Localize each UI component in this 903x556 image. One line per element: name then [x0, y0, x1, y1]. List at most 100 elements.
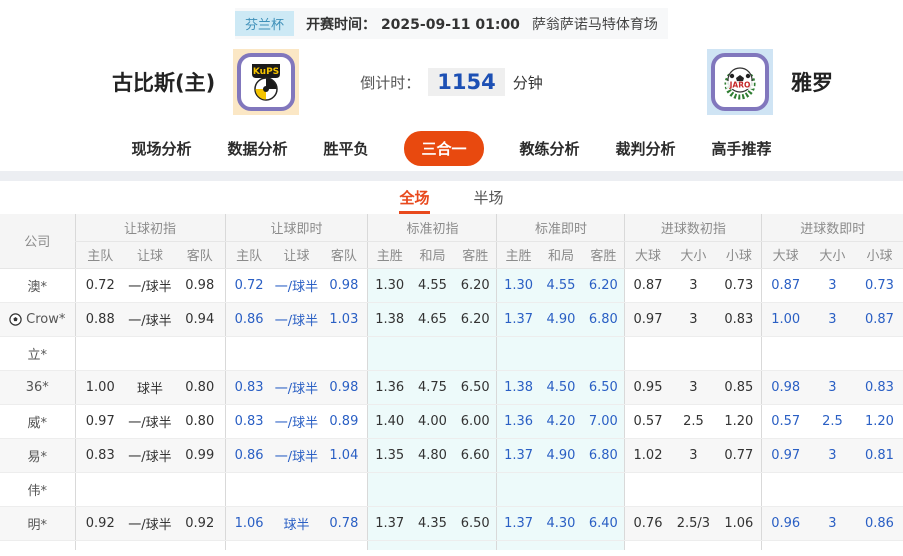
nav-tab-3[interactable]: 胜平负	[323, 138, 368, 159]
odds-cell[interactable]: 1.37	[497, 506, 540, 540]
countdown: 倒计时： 1154 分钟	[322, 68, 582, 96]
odds-cell: 3	[671, 268, 717, 302]
odds-cell[interactable]: 1.20	[856, 404, 903, 438]
odds-cell[interactable]: 一/球半	[273, 302, 321, 336]
odds-cell[interactable]: 0.96	[762, 506, 809, 540]
odds-cell[interactable]: 球半	[273, 506, 321, 540]
odds-cell[interactable]: 0.98	[320, 268, 368, 302]
soccer-ball-icon	[9, 313, 22, 326]
odds-cell[interactable]: 4.55	[540, 268, 583, 302]
odds-cell[interactable]: 1.37	[497, 438, 540, 472]
odds-cell[interactable]: 一/球半	[273, 268, 321, 302]
odds-cell[interactable]: 0.98	[762, 370, 809, 404]
odds-cell[interactable]: 4.50	[540, 370, 583, 404]
odds-cell[interactable]: 0.97	[762, 438, 809, 472]
odds-cell	[368, 540, 411, 550]
odds-cell	[809, 336, 856, 370]
odds-cell[interactable]: 6.20	[582, 268, 625, 302]
odds-cell[interactable]: 1.38	[497, 370, 540, 404]
odds-cell[interactable]: 一/球半	[273, 404, 321, 438]
odds-cell[interactable]: 0.89	[320, 404, 368, 438]
odds-cell[interactable]: 0.86	[225, 438, 273, 472]
odds-cell[interactable]: 6.50	[582, 370, 625, 404]
odds-cell: 0.87	[625, 268, 671, 302]
odds-cell	[762, 540, 809, 550]
match-header: 古比斯(主) KuPS 倒计时： 1154 分钟	[0, 39, 903, 125]
odds-cell[interactable]: 4.90	[540, 302, 583, 336]
odds-cell[interactable]: 0.83	[225, 370, 273, 404]
odds-cell	[225, 540, 273, 550]
odds-cell[interactable]: 4.90	[540, 438, 583, 472]
table-row: 明*0.92一/球半0.921.06球半0.781.374.356.501.37…	[0, 506, 903, 540]
odds-cell[interactable]: 0.78	[320, 506, 368, 540]
odds-cell[interactable]: 0.57	[762, 404, 809, 438]
company-cell: 36*	[0, 370, 75, 404]
nav-tab-5[interactable]: 教练分析	[520, 138, 580, 159]
odds-cell: 1.20	[716, 404, 762, 438]
sub-header: 和局	[540, 241, 583, 268]
odds-cell[interactable]: 4.20	[540, 404, 583, 438]
odds-cell	[125, 336, 175, 370]
odds-cell: 0.97	[625, 302, 671, 336]
odds-cell[interactable]: 6.80	[582, 302, 625, 336]
nav-tab-6[interactable]: 裁判分析	[616, 138, 676, 159]
odds-cell[interactable]: 一/球半	[273, 370, 321, 404]
odds-cell	[125, 540, 175, 550]
odds-cell: 4.00	[411, 404, 454, 438]
odds-cell: 6.20	[454, 268, 497, 302]
group-header-5: 进球数初指	[625, 214, 762, 241]
odds-cell[interactable]: 0.83	[225, 404, 273, 438]
odds-cell[interactable]: 1.36	[497, 404, 540, 438]
odds-cell[interactable]: 0.73	[856, 268, 903, 302]
odds-cell[interactable]: 3	[809, 438, 856, 472]
nav-tab-1[interactable]: 现场分析	[131, 138, 191, 159]
odds-cell: 0.83	[716, 302, 762, 336]
odds-cell[interactable]: 7.00	[582, 404, 625, 438]
nav-tab-4[interactable]: 三合一	[404, 131, 483, 166]
away-team-logo: JARO	[707, 49, 773, 115]
odds-cell[interactable]: 1.03	[320, 302, 368, 336]
svg-text:JARO: JARO	[729, 81, 751, 90]
odds-cell[interactable]: 3	[809, 302, 856, 336]
odds-cell[interactable]: 0.72	[225, 268, 273, 302]
odds-cell[interactable]: 一/球半	[273, 438, 321, 472]
odds-cell: 0.72	[75, 268, 125, 302]
odds-cell[interactable]: 0.83	[856, 370, 903, 404]
odds-cell[interactable]: 1.37	[497, 302, 540, 336]
nav-tab-2[interactable]: 数据分析	[227, 138, 287, 159]
odds-cell[interactable]: 6.80	[582, 438, 625, 472]
odds-cell[interactable]: 0.81	[856, 438, 903, 472]
odds-cell[interactable]: 0.86	[856, 506, 903, 540]
odds-cell[interactable]: 0.87	[762, 268, 809, 302]
odds-cell[interactable]: 0.87	[856, 302, 903, 336]
sub-tab-1[interactable]: 全场	[399, 187, 429, 214]
odds-cell[interactable]: 1.04	[320, 438, 368, 472]
odds-cell[interactable]: 3	[809, 506, 856, 540]
odds-cell: 1.36	[368, 370, 411, 404]
sub-header: 和局	[411, 241, 454, 268]
odds-cell	[75, 472, 125, 506]
odds-cell[interactable]: 1.30	[497, 268, 540, 302]
odds-cell[interactable]: 0.98	[320, 370, 368, 404]
odds-cell	[716, 540, 762, 550]
company-cell: 威*	[0, 404, 75, 438]
odds-cell	[856, 540, 903, 550]
nav-tab-7[interactable]: 高手推荐	[712, 138, 772, 159]
odds-cell[interactable]: 1.00	[762, 302, 809, 336]
odds-cell[interactable]: 2.5	[809, 404, 856, 438]
odds-cell	[625, 336, 671, 370]
odds-cell: 3	[671, 370, 717, 404]
company-cell: 澳*	[0, 268, 75, 302]
sub-tab-2[interactable]: 半场	[474, 187, 504, 214]
odds-cell	[175, 540, 225, 550]
odds-cell: 6.50	[454, 370, 497, 404]
odds-cell[interactable]: 4.30	[540, 506, 583, 540]
odds-cell	[75, 336, 125, 370]
odds-cell[interactable]: 3	[809, 268, 856, 302]
odds-cell[interactable]: 3	[809, 370, 856, 404]
odds-cell	[368, 472, 411, 506]
odds-cell[interactable]: 1.06	[225, 506, 273, 540]
odds-cell[interactable]: 6.40	[582, 506, 625, 540]
odds-cell[interactable]: 0.86	[225, 302, 273, 336]
odds-cell	[454, 336, 497, 370]
